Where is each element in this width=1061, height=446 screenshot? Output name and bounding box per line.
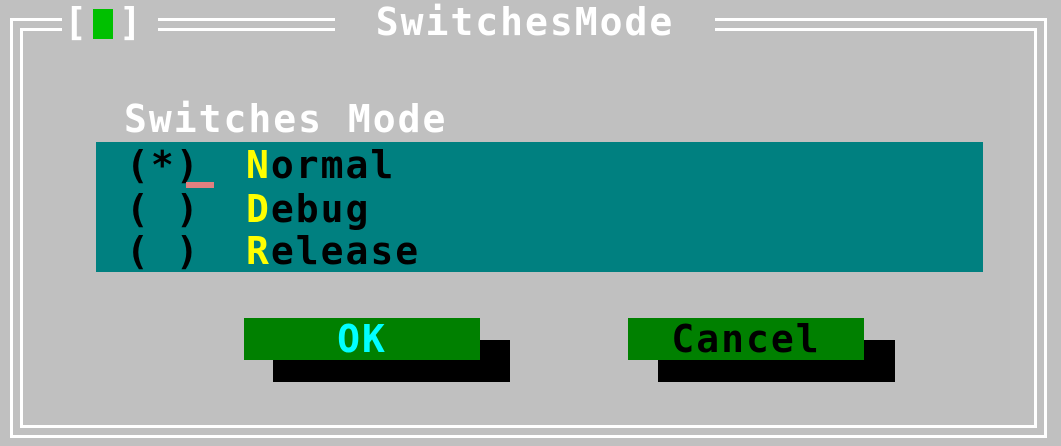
hotkey-release: R [246,229,271,273]
switches-mode-dialog: [] SwitchesMode Switches Mode (*) Normal … [0,0,1061,446]
close-box-icon[interactable] [92,9,113,39]
close-box-right-bracket: ] [118,0,142,44]
radio-option-release[interactable]: ( ) Release [126,230,420,272]
cancel-button[interactable]: Cancel [628,318,864,360]
hotkey-normal: N [246,143,271,187]
radio-label-release: elease [270,229,421,273]
close-box-left-bracket: [ [64,0,87,44]
radio-button-release[interactable]: ( ) [126,230,246,272]
radio-button-debug[interactable]: ( ) [126,188,246,230]
dialog-title: SwitchesMode [375,0,675,44]
radio-button-normal[interactable]: (*) [126,144,246,186]
close-box[interactable]: [] [64,0,154,44]
hotkey-debug: D [246,187,271,231]
radio-label-debug: ebug [270,187,371,231]
radio-label-normal: ormal [270,143,396,187]
ok-button[interactable]: OK [244,318,480,360]
radio-cluster: (*) Normal ( ) Debug ( ) Release [96,142,983,272]
radio-option-debug[interactable]: ( ) Debug [126,188,370,230]
group-label: Switches Mode [124,97,448,141]
radio-option-normal[interactable]: (*) Normal [126,143,396,188]
